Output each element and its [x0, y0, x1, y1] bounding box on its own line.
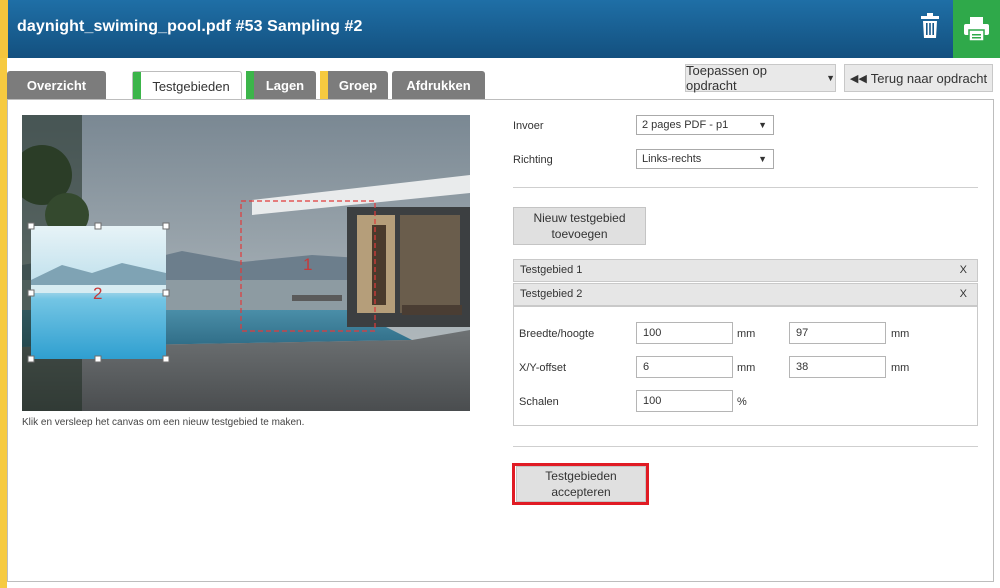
x-offset-unit: mm — [737, 362, 756, 374]
tab-label: Lagen — [265, 78, 305, 93]
chevron-down-icon: ▼ — [758, 120, 767, 130]
page-title: daynight_swiming_pool.pdf #53 Sampling #… — [17, 18, 363, 35]
richting-select[interactable]: Links-rechts ▼ — [636, 149, 774, 169]
tab-afdrukken[interactable]: Afdrukken — [392, 71, 485, 100]
invoer-select[interactable]: 2 pages PDF - p1 ▼ — [636, 115, 774, 135]
tab-label: Afdrukken — [406, 78, 471, 93]
scale-unit: % — [737, 396, 747, 408]
close-icon[interactable]: X — [960, 284, 967, 305]
tab-label: Testgebieden — [152, 79, 230, 94]
invoer-value: 2 pages PDF - p1 — [642, 119, 729, 131]
invoer-label: Invoer — [513, 120, 544, 132]
scale-input[interactable]: 100 — [636, 390, 733, 412]
test-area-2-label: 2 — [93, 284, 103, 303]
chevron-down-icon: ▼ — [826, 73, 835, 83]
back-to-job-button[interactable]: ◀◀ Terug naar opdracht — [844, 64, 993, 92]
test-area-1-header[interactable]: Testgebied 1 X — [513, 259, 978, 282]
print-button[interactable] — [953, 0, 1000, 58]
tab-label: Groep — [338, 78, 378, 93]
tab-testgebieden[interactable]: Testgebieden — [132, 71, 242, 101]
apply-to-job-dropdown[interactable]: Toepassen op opdracht ▼ — [685, 63, 836, 93]
tab-groep[interactable]: Groep — [320, 71, 388, 100]
y-offset-unit: mm — [891, 362, 910, 374]
apply-label: Toepassen op opdracht — [686, 63, 767, 93]
test-area-title: Testgebied 1 — [520, 264, 583, 276]
tab-label: Overzicht — [26, 78, 87, 93]
height-input[interactable]: 97 — [789, 322, 886, 344]
rewind-icon: ◀◀ — [849, 72, 867, 85]
test-area-title: Testgebied 2 — [520, 288, 583, 300]
header-accent — [0, 0, 8, 58]
canvas-hint: Klik en versleep het canvas om een nieuw… — [22, 417, 305, 428]
test-area-1-label: 1 — [303, 255, 313, 274]
back-label: Terug naar opdracht — [870, 70, 988, 86]
tab-overzicht[interactable]: Overzicht — [7, 71, 106, 100]
divider — [513, 187, 978, 188]
width-input[interactable]: 100 — [636, 322, 733, 344]
left-accent-stripe — [0, 58, 7, 588]
pool-image — [22, 115, 470, 411]
trash-icon[interactable] — [919, 13, 941, 41]
tab-marker — [133, 72, 141, 101]
offset-label: X/Y-offset — [519, 362, 567, 374]
richting-label: Richting — [513, 154, 553, 166]
scale-label: Schalen — [519, 396, 559, 408]
chevron-down-icon: ▼ — [758, 154, 767, 164]
preview-canvas[interactable]: 1 2 — [22, 115, 470, 411]
tab-marker — [320, 71, 328, 100]
tab-lagen[interactable]: Lagen — [246, 71, 316, 100]
richting-value: Links-rechts — [642, 153, 702, 165]
divider — [513, 446, 978, 447]
size-label: Breedte/hoogte — [519, 328, 595, 340]
close-icon[interactable]: X — [960, 260, 967, 281]
app-header: daynight_swiming_pool.pdf #53 Sampling #… — [0, 0, 1000, 58]
height-unit: mm — [891, 328, 910, 340]
x-offset-input[interactable]: 6 — [636, 356, 733, 378]
test-area-2-header[interactable]: Testgebied 2 X — [513, 283, 978, 306]
highlight-box — [512, 463, 649, 505]
printer-icon — [964, 17, 989, 41]
y-offset-input[interactable]: 38 — [789, 356, 886, 378]
new-test-area-label: Nieuw testgebied toevoegen — [533, 211, 626, 241]
width-unit: mm — [737, 328, 756, 340]
new-test-area-button[interactable]: Nieuw testgebied toevoegen — [513, 207, 646, 245]
tab-marker — [246, 71, 254, 100]
